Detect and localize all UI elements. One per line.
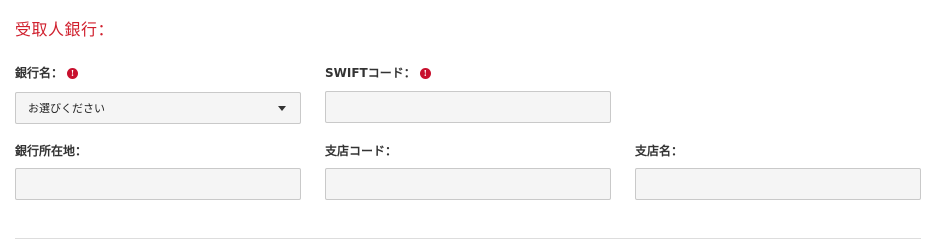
bank-name-label-row: 銀行名： ! xyxy=(15,65,301,81)
branch-name-input[interactable] xyxy=(635,168,921,200)
info-icon[interactable]: ! xyxy=(419,67,431,79)
swift-code-label-row: SWIFTコード： ! xyxy=(325,65,611,81)
caret-down-icon xyxy=(278,105,286,111)
info-icon[interactable]: ! xyxy=(67,67,79,79)
bank-name-field: 銀行名： ! お選びください xyxy=(15,65,301,124)
swift-code-label: SWIFTコード： xyxy=(325,66,416,80)
branch-name-label: 支店名： xyxy=(635,144,684,158)
bank-name-select-value: お選びください xyxy=(28,102,105,115)
branch-code-field: 支店コード： xyxy=(325,143,611,200)
branch-code-input[interactable] xyxy=(325,168,611,200)
bank-address-field: 銀行所在地： xyxy=(15,143,301,200)
beneficiary-bank-form: 受取人銀行： 銀行名： ! お選びください SWIFTコード： ! 銀行所在地：… xyxy=(0,0,930,240)
bank-address-input[interactable] xyxy=(15,168,301,200)
section-divider xyxy=(15,238,921,239)
bank-address-label: 銀行所在地： xyxy=(15,144,88,158)
bank-name-label: 銀行名： xyxy=(15,66,64,80)
swift-code-field: SWIFTコード： ! xyxy=(325,65,611,123)
section-title: 受取人銀行： xyxy=(15,20,115,39)
branch-code-label: 支店コード： xyxy=(325,144,398,158)
swift-code-input[interactable] xyxy=(325,91,611,123)
bank-name-select[interactable]: お選びください xyxy=(15,92,301,124)
branch-name-field: 支店名： xyxy=(635,143,921,200)
